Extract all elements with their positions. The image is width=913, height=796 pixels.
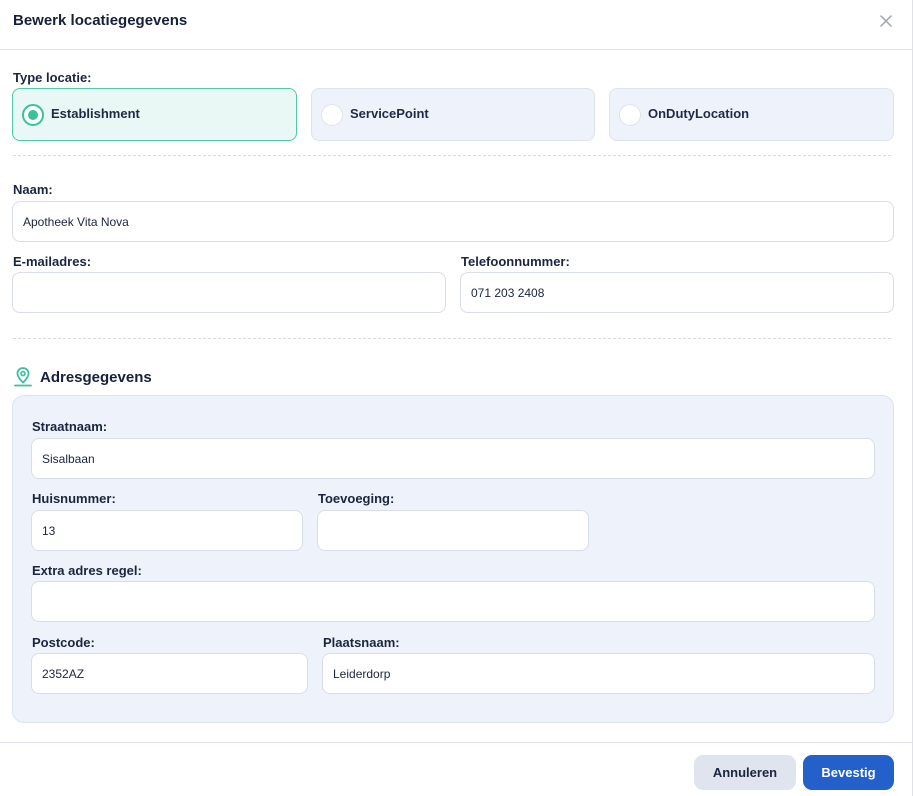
dialog-title: Bewerk locatiegegevens [13,12,188,29]
housenumber-label: Huisnummer: [32,491,116,506]
housenumber-input[interactable]: 13 [31,510,303,551]
email-input[interactable] [12,272,446,313]
location-pin-icon [12,366,34,388]
location-type-label: Type locatie: [13,70,92,85]
dialog-footer: Annuleren Bevestig [0,742,912,796]
section-divider [13,338,891,339]
phone-input[interactable]: 071 203 2408 [460,272,894,313]
city-input[interactable]: Leiderdorp [322,653,875,694]
street-input[interactable]: Sisalbaan [31,438,875,479]
radio-label-establishment: Establishment [51,106,140,121]
confirm-button[interactable]: Bevestig [803,755,894,790]
email-label: E-mailadres: [13,254,92,269]
radio-label-ondutylocation: OnDutyLocation [648,106,750,121]
address-section-title: Adresgegevens [40,369,152,386]
section-divider [13,155,891,156]
postcode-label: Postcode: [32,635,95,650]
name-input[interactable]: Apotheek Vita Nova [12,201,894,242]
edit-location-dialog: Bewerk locatiegegevens Type locatie: Est… [0,0,913,796]
cancel-button[interactable]: Annuleren [694,755,796,790]
street-label: Straatnaam: [32,419,108,434]
postcode-input[interactable]: 2352AZ [31,653,308,694]
name-label: Naam: [13,182,53,197]
city-label: Plaatsnaam: [323,635,400,650]
addition-label: Toevoeging: [318,491,395,506]
radio-servicepoint[interactable]: ServicePoint [311,88,595,141]
radio-circle [321,104,343,126]
radio-circle [619,104,641,126]
radio-establishment[interactable]: Establishment [12,88,297,141]
phone-label: Telefoonnummer: [461,254,570,269]
radio-label-servicepoint: ServicePoint [350,106,429,121]
extra-address-label: Extra adres regel: [32,563,142,578]
extra-address-input[interactable] [31,581,875,622]
dialog-header: Bewerk locatiegegevens [0,0,912,50]
radio-circle-selected [22,104,44,126]
addition-input[interactable] [317,510,589,551]
close-icon[interactable] [876,11,896,31]
radio-ondutylocation[interactable]: OnDutyLocation [609,88,894,141]
